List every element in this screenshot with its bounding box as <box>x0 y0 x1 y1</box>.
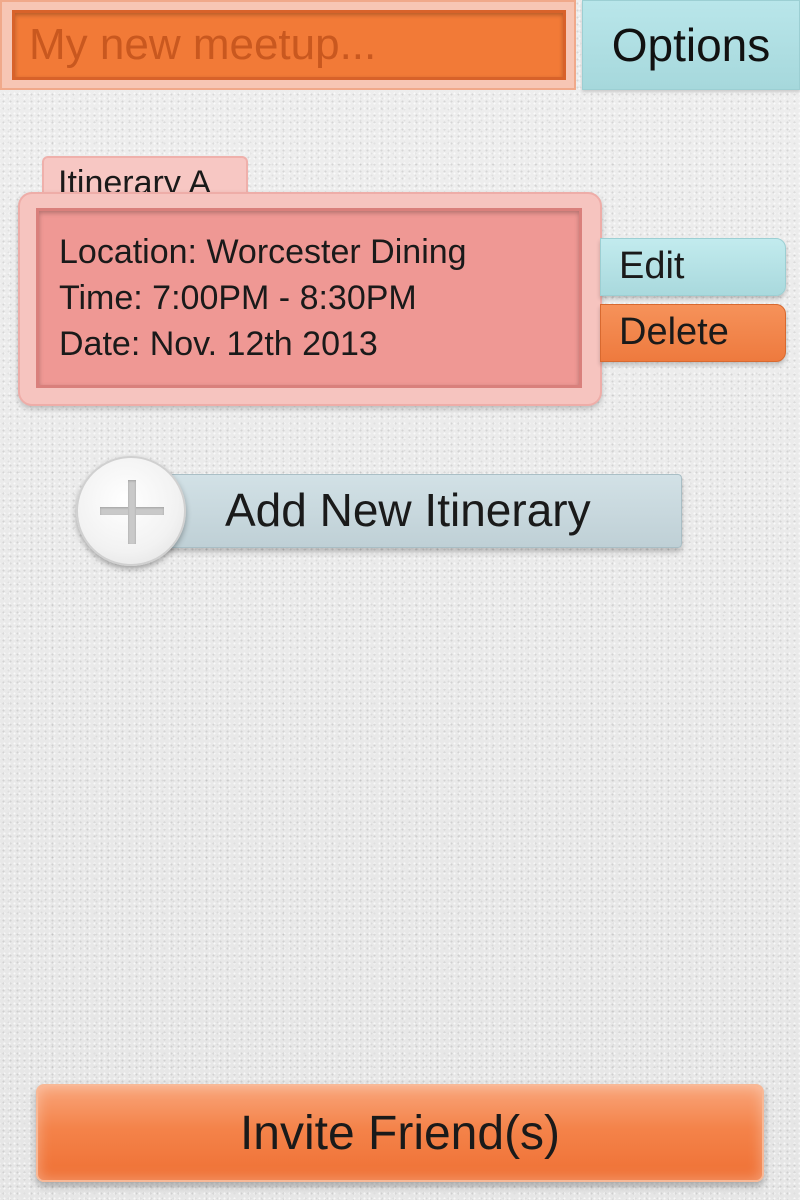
itinerary-date: Date: Nov. 12th 2013 <box>59 325 378 363</box>
itinerary-details: Location: Worcester Dining Time: 7:00PM … <box>36 208 582 388</box>
itinerary-time: Time: 7:00PM - 8:30PM <box>59 279 417 317</box>
edit-itinerary-button[interactable]: Edit <box>600 238 786 296</box>
itinerary-card[interactable]: Location: Worcester Dining Time: 7:00PM … <box>18 192 602 406</box>
meetup-title-input[interactable] <box>12 10 566 80</box>
delete-itinerary-button[interactable]: Delete <box>600 304 786 362</box>
plus-icon-vertical-bar <box>128 480 136 544</box>
meetup-title-container <box>0 0 576 90</box>
itinerary-location: Location: Worcester Dining <box>59 233 467 271</box>
invite-friends-button[interactable]: Invite Friend(s) <box>36 1084 764 1182</box>
add-itinerary-button[interactable]: Add New Itinerary <box>130 474 682 548</box>
plus-icon[interactable] <box>76 456 186 566</box>
options-button[interactable]: Options <box>582 0 800 90</box>
